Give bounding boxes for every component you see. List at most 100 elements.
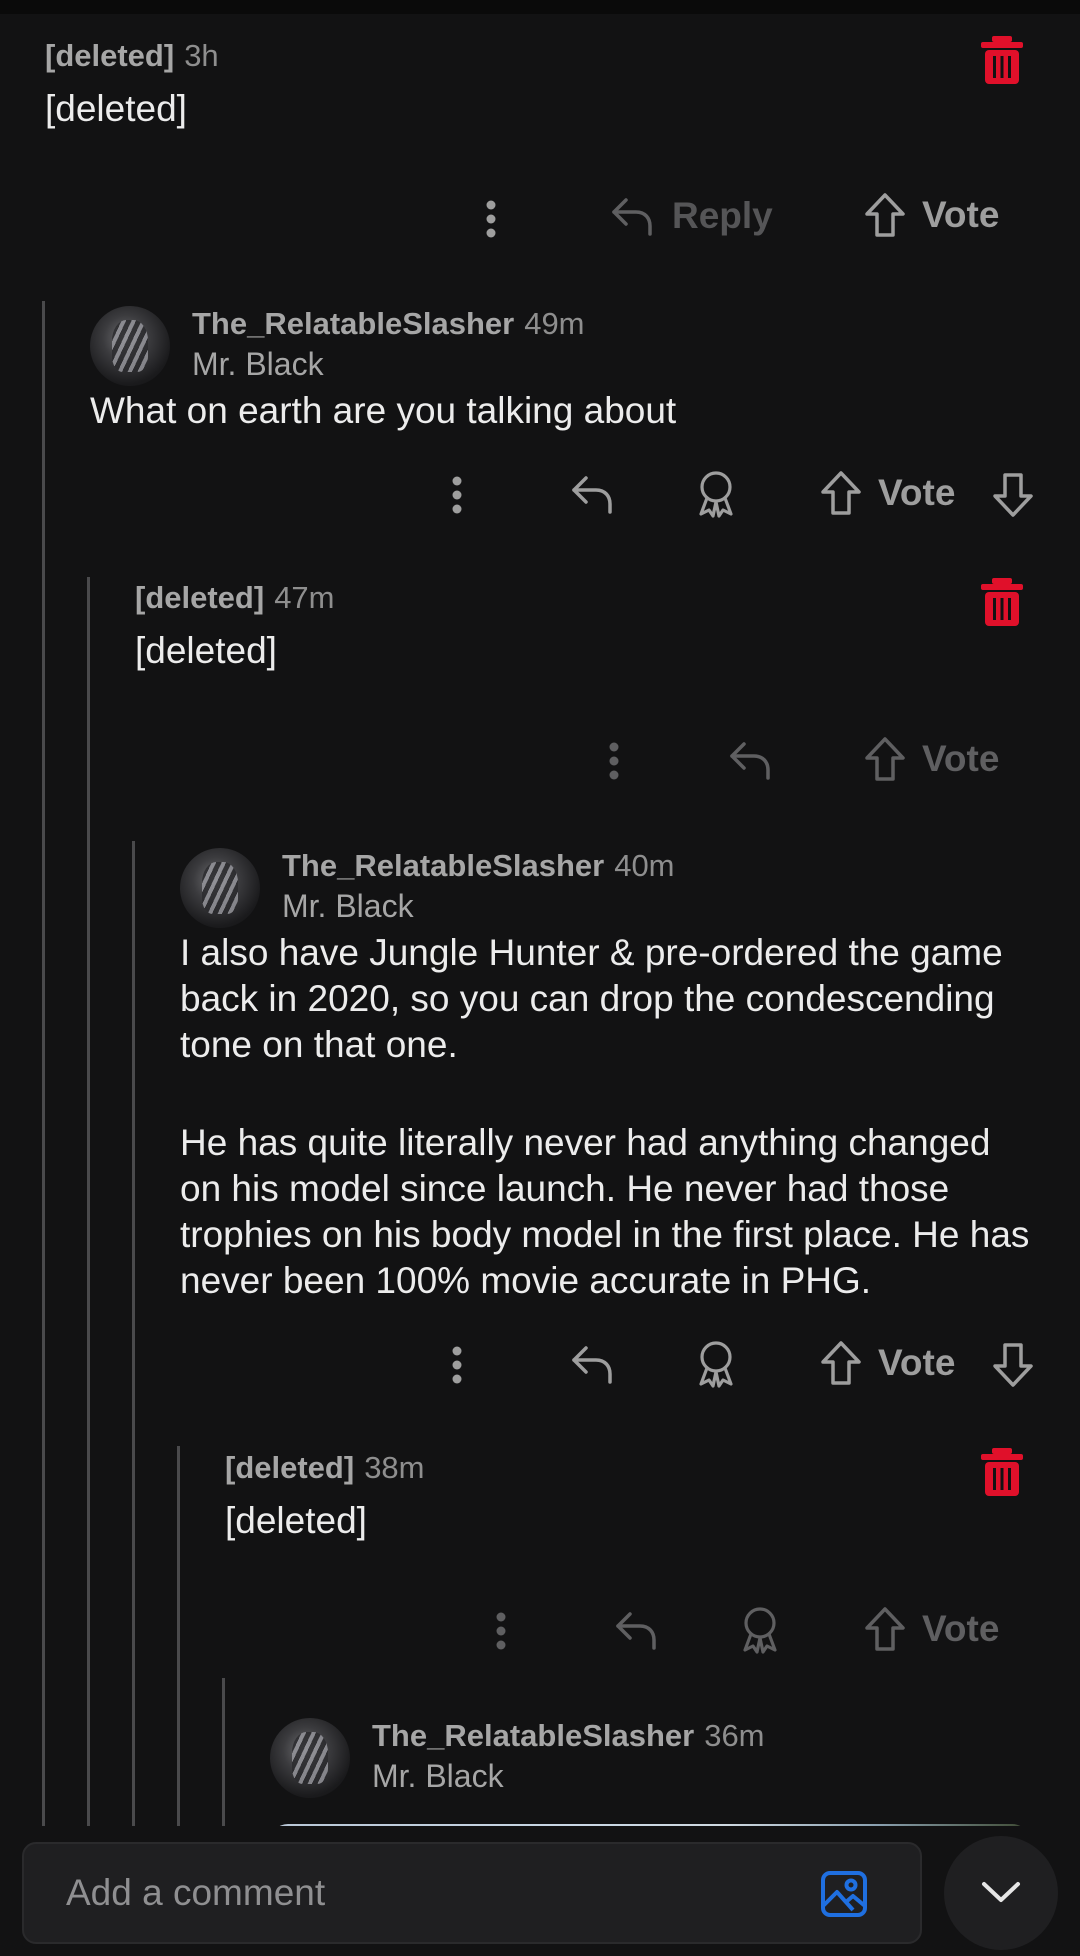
image-upload-icon[interactable] (820, 1870, 868, 1918)
upvote-button[interactable]: Vote (864, 1606, 999, 1652)
thread-line[interactable] (177, 1446, 180, 1826)
comment: The_RelatableSlasher 36m Mr. Black (270, 1716, 1040, 1796)
comment-author[interactable]: The_RelatableSlasher (192, 304, 514, 344)
comment-body: I also have Jungle Hunter & pre-ordered … (180, 930, 1040, 1304)
downvote-button[interactable] (992, 1342, 1034, 1388)
comment-time: 40m (614, 848, 675, 883)
user-flair: Mr. Black (372, 1758, 504, 1794)
comment: The_RelatableSlasher 40m Mr. Black I als… (180, 846, 1040, 1304)
comment-text: What on earth are you talking about (90, 390, 677, 431)
reply-arrow-icon (572, 1346, 612, 1384)
comment-meta: The_RelatableSlasher 40m (282, 846, 1040, 886)
comment-input[interactable] (66, 1844, 766, 1942)
comment-time: 38m (364, 1450, 425, 1485)
more-button[interactable] (496, 1612, 506, 1650)
trash-icon[interactable] (981, 578, 1023, 626)
thread-line[interactable] (132, 841, 135, 1826)
reply-arrow-icon (612, 198, 652, 236)
comment-body: What on earth are you talking about (90, 388, 1040, 434)
comment-author[interactable]: The_RelatableSlasher (282, 846, 604, 886)
comment-author[interactable]: [deleted] (225, 1448, 354, 1488)
more-button[interactable] (452, 1346, 462, 1384)
award-button[interactable] (694, 470, 738, 518)
comment-time: 3h (184, 38, 219, 73)
downvote-button[interactable] (992, 472, 1034, 518)
award-icon (743, 1607, 777, 1654)
comment-text: [deleted] (225, 1500, 367, 1541)
upvote-button[interactable]: Vote (864, 192, 999, 238)
vote-label: Vote (922, 1608, 1000, 1649)
upvote-button[interactable]: Vote (864, 736, 999, 782)
upvote-arrow-icon (821, 1341, 861, 1385)
reply-button[interactable] (570, 1342, 614, 1386)
comment-composer (22, 1842, 922, 1944)
downvote-arrow-icon (993, 473, 1033, 517)
comment-text: [deleted] (45, 88, 187, 129)
upvote-arrow-icon (821, 471, 861, 515)
collapse-button[interactable] (944, 1836, 1058, 1950)
more-button[interactable] (452, 476, 462, 514)
comment-time: 49m (524, 306, 585, 341)
reply-arrow-icon (616, 1612, 656, 1650)
upvote-button[interactable]: Vote (820, 1340, 955, 1386)
comment-author[interactable]: The_RelatableSlasher (372, 1716, 694, 1756)
comment: [deleted] 3h [deleted] (45, 36, 1040, 132)
downvote-arrow-icon (993, 1343, 1033, 1387)
comment-meta: The_RelatableSlasher 36m (372, 1716, 1040, 1756)
comment-time: 47m (274, 580, 335, 615)
award-icon (699, 1341, 733, 1388)
comment: [deleted] 38m [deleted] (225, 1448, 1040, 1544)
more-vertical-icon (496, 1612, 506, 1650)
comment-meta: [deleted] 47m (135, 578, 1040, 618)
status-bar (0, 0, 1080, 14)
comment-author[interactable]: [deleted] (45, 36, 174, 76)
more-button[interactable] (486, 200, 496, 238)
vote-label: Vote (922, 738, 1000, 779)
award-button[interactable] (738, 1606, 782, 1654)
thread-line[interactable] (87, 577, 90, 1826)
comment-body: [deleted] (135, 628, 1040, 674)
comment-text: I also have Jungle Hunter & pre-ordered … (180, 932, 1003, 1065)
upvote-button[interactable]: Vote (820, 470, 955, 516)
vote-label: Vote (878, 472, 956, 513)
vote-label: Vote (922, 194, 1000, 235)
vote-label: Vote (878, 1342, 956, 1383)
comment-time: 36m (704, 1718, 765, 1753)
reply-label: Reply (672, 195, 773, 236)
user-flair: Mr. Black (192, 346, 324, 382)
reply-arrow-icon (730, 742, 770, 780)
comment-meta: [deleted] 38m (225, 1448, 1040, 1488)
chevron-down-icon (982, 1882, 1020, 1902)
comment-body: [deleted] (225, 1498, 1040, 1544)
more-vertical-icon (486, 200, 496, 238)
comment-text: He has quite literally never had anythin… (180, 1122, 1030, 1301)
reply-button[interactable] (614, 1608, 658, 1652)
reply-arrow-icon (572, 476, 612, 514)
comment-meta: [deleted] 3h (45, 36, 1040, 76)
user-flair: Mr. Black (282, 888, 414, 924)
reply-button[interactable] (728, 738, 772, 782)
award-icon (699, 471, 733, 518)
comment-thread[interactable]: [deleted] 3h [deleted] Reply Vote The_Re… (0, 14, 1080, 1826)
upvote-arrow-icon (865, 1607, 905, 1651)
reply-button[interactable] (570, 472, 614, 516)
comment-meta: The_RelatableSlasher 49m (192, 304, 1040, 344)
comment-image[interactable] (270, 1824, 1030, 1826)
upvote-arrow-icon (865, 193, 905, 237)
thread-line[interactable] (42, 301, 45, 1826)
reply-button[interactable]: Reply (610, 194, 773, 238)
comment-body: [deleted] (45, 86, 1040, 132)
upvote-arrow-icon (865, 737, 905, 781)
more-vertical-icon (609, 742, 619, 780)
more-vertical-icon (452, 1346, 462, 1384)
trash-icon[interactable] (981, 1448, 1023, 1496)
comment: The_RelatableSlasher 49m Mr. Black What … (90, 304, 1040, 434)
comment-text: [deleted] (135, 630, 277, 671)
more-vertical-icon (452, 476, 462, 514)
more-button[interactable] (609, 742, 619, 780)
trash-icon[interactable] (981, 36, 1023, 84)
award-button[interactable] (694, 1340, 738, 1388)
thread-line[interactable] (222, 1678, 225, 1826)
comment: [deleted] 47m [deleted] (135, 578, 1040, 674)
comment-author[interactable]: [deleted] (135, 578, 264, 618)
